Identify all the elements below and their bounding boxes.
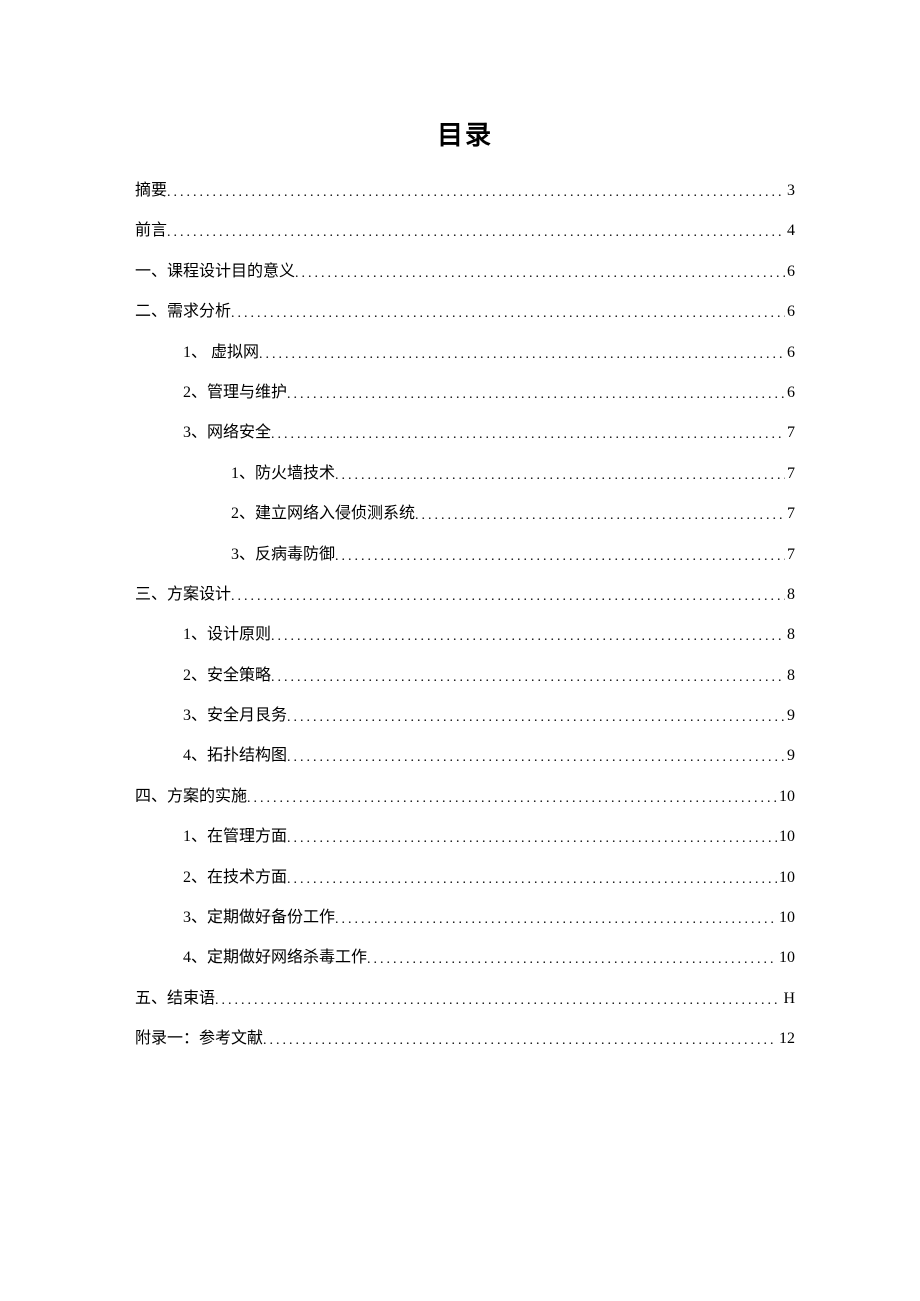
toc-entry-page: 8 (785, 624, 795, 646)
toc-leader-dots (215, 991, 781, 1011)
toc-entry-page: 9 (785, 745, 795, 767)
toc-entry: 1、 虚拟网 6 (135, 342, 795, 364)
toc-leader-dots (263, 1031, 777, 1051)
toc-entry-page: 6 (785, 301, 795, 323)
toc-entry-label: 4、定期做好网络杀毒工作 (183, 947, 367, 969)
toc-entry: 一、课程设计目的意义 6 (135, 261, 795, 283)
toc-leader-dots (335, 547, 785, 567)
toc-entry-label: 附录一：参考文献 (135, 1028, 263, 1050)
toc-entry: 1、设计原则 8 (135, 624, 795, 646)
toc-entry-label: 五、结束语 (135, 988, 215, 1010)
toc-leader-dots (271, 627, 785, 647)
toc-entry-page: 7 (785, 422, 795, 444)
toc-entry: 四、方案的实施 10 (135, 786, 795, 808)
toc-entry: 前言 4 (135, 220, 795, 242)
document-page: 目录 摘要3前言4一、课程设计目的意义6二、需求分析61、 虚拟网62、管理与维… (0, 0, 920, 1051)
toc-leader-dots (167, 223, 785, 243)
toc-entry-page: 10 (777, 867, 795, 889)
toc-entry: 1、防火墙技术 7 (135, 463, 795, 485)
toc-leader-dots (287, 748, 785, 768)
toc-entry-label: 2、管理与维护 (183, 382, 287, 404)
toc-entry-label: 四、方案的实施 (135, 786, 247, 808)
toc-entry-page: 8 (785, 584, 795, 606)
toc-list: 摘要 3 前言 4 一、课程设计目的意义 6 二、需求分析 6 1、 虚拟网 6 2、管理与维护 6 3… (135, 180, 795, 1051)
toc-entry: 3、安全月艮务 9 (135, 705, 795, 727)
toc-leader-dots (335, 466, 785, 486)
toc-entry: 2、安全策略 8 (135, 665, 795, 687)
toc-entry: 摘要 3 (135, 180, 795, 202)
toc-entry: 1、在管理方面 10 (135, 826, 795, 848)
toc-leader-dots (415, 506, 785, 526)
toc-leader-dots (287, 829, 777, 849)
toc-leader-dots (231, 304, 785, 324)
toc-entry: 2、在技术方面 10 (135, 867, 795, 889)
toc-leader-dots (271, 425, 785, 445)
toc-leader-dots (271, 668, 785, 688)
toc-entry: 五、结束语 H (135, 988, 795, 1010)
toc-entry-page: 10 (777, 947, 795, 969)
toc-entry-page: 10 (777, 907, 795, 929)
toc-entry-label: 2、安全策略 (183, 665, 271, 687)
toc-entry-label: 1、在管理方面 (183, 826, 287, 848)
toc-entry-label: 2、建立网络入侵侦测系统 (231, 503, 415, 525)
toc-entry-label: 摘要 (135, 180, 167, 202)
toc-entry: 三、方案设计 8 (135, 584, 795, 606)
toc-entry-label: 一、课程设计目的意义 (135, 261, 295, 283)
toc-leader-dots (167, 183, 785, 203)
toc-entry-label: 前言 (135, 220, 167, 242)
toc-entry-page: 4 (785, 220, 795, 242)
toc-entry-label: 4、拓扑结构图 (183, 745, 287, 767)
toc-leader-dots (231, 587, 785, 607)
toc-entry-label: 1、 虚拟网 (183, 342, 259, 364)
toc-title: 目录 (135, 115, 795, 152)
toc-entry: 二、需求分析 6 (135, 301, 795, 323)
toc-entry-label: 二、需求分析 (135, 301, 231, 323)
toc-leader-dots (335, 910, 777, 930)
toc-entry: 附录一：参考文献 12 (135, 1028, 795, 1050)
toc-entry-page: 10 (777, 786, 795, 808)
toc-entry: 3、定期做好备份工作 10 (135, 907, 795, 929)
toc-entry-label: 1、设计原则 (183, 624, 271, 646)
toc-leader-dots (287, 870, 777, 890)
toc-entry-page: 6 (785, 261, 795, 283)
toc-entry-page: 12 (777, 1028, 795, 1050)
toc-entry-label: 3、网络安全 (183, 422, 271, 444)
toc-entry-page: 7 (785, 544, 795, 566)
toc-leader-dots (259, 345, 785, 365)
toc-entry-page: 8 (785, 665, 795, 687)
toc-entry-page: 7 (785, 463, 795, 485)
toc-entry-label: 3、安全月艮务 (183, 705, 287, 727)
toc-entry-page: 7 (785, 503, 795, 525)
toc-entry-label: 三、方案设计 (135, 584, 231, 606)
toc-entry-page: H (781, 988, 795, 1010)
toc-leader-dots (247, 789, 777, 809)
toc-leader-dots (287, 385, 785, 405)
toc-leader-dots (295, 264, 785, 284)
toc-entry: 3、网络安全 7 (135, 422, 795, 444)
toc-entry-page: 3 (785, 180, 795, 202)
toc-leader-dots (367, 950, 777, 970)
toc-entry-page: 6 (785, 342, 795, 364)
toc-entry: 3、反病毒防御 7 (135, 544, 795, 566)
toc-entry: 2、管理与维护 6 (135, 382, 795, 404)
toc-entry-page: 10 (777, 826, 795, 848)
toc-entry: 4、拓扑结构图 9 (135, 745, 795, 767)
toc-entry: 4、定期做好网络杀毒工作 10 (135, 947, 795, 969)
toc-entry: 2、建立网络入侵侦测系统 7 (135, 503, 795, 525)
toc-leader-dots (287, 708, 785, 728)
toc-entry-label: 3、反病毒防御 (231, 544, 335, 566)
toc-entry-label: 3、定期做好备份工作 (183, 907, 335, 929)
toc-entry-label: 2、在技术方面 (183, 867, 287, 889)
toc-entry-page: 9 (785, 705, 795, 727)
toc-entry-page: 6 (785, 382, 795, 404)
toc-entry-label: 1、防火墙技术 (231, 463, 335, 485)
